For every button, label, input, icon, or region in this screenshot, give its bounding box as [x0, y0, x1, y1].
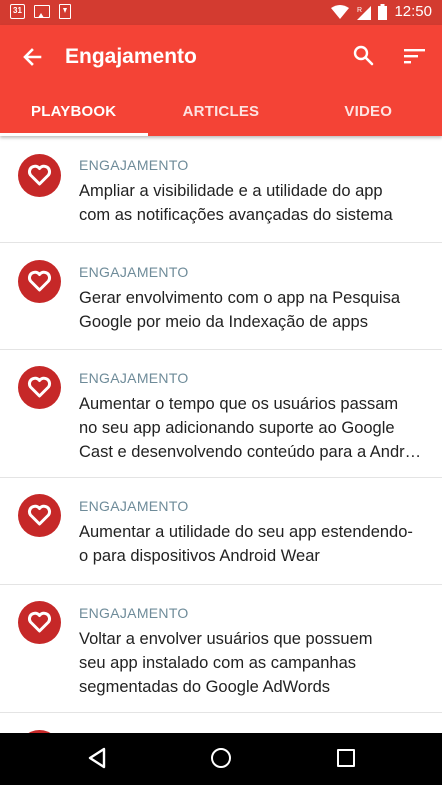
item-title-line: Gerar envolvimento com o app na Pesquisa [79, 289, 401, 307]
category-avatar [18, 260, 61, 303]
item-title: Aumentar o tempo que os usuários passam … [79, 392, 429, 464]
category-avatar [18, 494, 61, 537]
list-item[interactable]: ENGAJAMENTO Ampliar a visibilidade e a u… [0, 136, 442, 243]
category-label: ENGAJAMENTO [79, 157, 189, 173]
tab-label: VIDEO [344, 103, 393, 120]
playbook-list: ENGAJAMENTO Ampliar a visibilidade e a u… [0, 136, 442, 733]
item-title-line: no seu app adicionando suporte ao Google [79, 419, 395, 437]
list-item[interactable]: ENGAJAMENTO Gerar envolvimento com o app… [0, 243, 442, 350]
tab-bar: PLAYBOOK ARTICLES VIDEO [0, 92, 442, 136]
recents-nav-icon[interactable] [337, 749, 355, 767]
heart-icon [27, 270, 52, 292]
category-label: ENGAJAMENTO [79, 370, 189, 386]
category-label: ENGAJAMENTO [79, 498, 189, 514]
item-title-line: Cast e desenvolvendo conteúdo para a And… [79, 443, 422, 461]
tab-articles[interactable]: ARTICLES [147, 92, 294, 136]
signal-icon: R [357, 5, 372, 20]
category-label: ENGAJAMENTO [79, 605, 189, 621]
item-title: Gerar envolvimento com o app na Pesquisa… [79, 286, 429, 334]
list-item[interactable]: ENGAJAMENTO Aumentar o tempo que os usuá… [0, 350, 442, 478]
back-button[interactable] [18, 44, 46, 72]
tab-video[interactable]: VIDEO [295, 92, 442, 136]
item-title-line: seu app instalado com as campanhas [79, 654, 357, 672]
item-title-line: Aumentar o tempo que os usuários passam [79, 395, 399, 413]
item-title-line: o para dispositivos Android Wear [79, 547, 320, 565]
item-title-line: Aumentar a utilidade do seu app estenden… [79, 523, 413, 541]
list-item[interactable]: ENGAJAMENTO Aumentar a utilidade do seu … [0, 478, 442, 585]
heart-icon [27, 164, 52, 186]
image-icon [34, 5, 50, 18]
item-title-line: Google por meio da Indexação de apps [79, 313, 368, 331]
back-nav-icon[interactable] [87, 747, 107, 769]
status-bar: 31 R 12:50 [0, 0, 442, 25]
item-title: Aumentar a utilidade do seu app estenden… [79, 520, 429, 568]
battery-icon [378, 4, 388, 20]
item-title-line: Ampliar a visibilidade e a utilidade do … [79, 182, 383, 200]
wifi-icon [331, 4, 350, 19]
app-bar: Engajamento PLAYBOOK ARTICLES VIDEO [0, 25, 442, 136]
page-title: Engajamento [65, 45, 197, 68]
sort-icon [404, 49, 425, 64]
item-title: Voltar a envolver usuários que possuem s… [79, 627, 429, 699]
category-avatar [18, 601, 61, 644]
svg-text:R: R [357, 7, 362, 14]
heart-icon [27, 504, 52, 526]
download-icon [59, 4, 71, 19]
heart-icon [27, 376, 52, 398]
list-item[interactable] [0, 713, 442, 733]
category-avatar [18, 154, 61, 197]
heart-icon [27, 611, 52, 633]
calendar-icon: 31 [10, 4, 25, 19]
category-avatar [18, 366, 61, 409]
item-title-line: Voltar a envolver usuários que possuem [79, 630, 373, 648]
category-label: ENGAJAMENTO [79, 264, 189, 280]
tab-label: ARTICLES [182, 103, 260, 120]
tab-playbook[interactable]: PLAYBOOK [0, 92, 148, 136]
arrow-back-icon [23, 48, 42, 66]
item-title: Ampliar a visibilidade e a utilidade do … [79, 179, 429, 227]
item-title-line: segmentadas do Google AdWords [79, 678, 331, 696]
list-item[interactable]: ENGAJAMENTO Voltar a envolver usuários q… [0, 585, 442, 713]
navigation-bar [0, 733, 442, 785]
item-title-line: com as notificações avançadas do sistema [79, 206, 393, 224]
search-button[interactable] [351, 43, 377, 69]
home-nav-icon[interactable] [211, 748, 231, 768]
search-icon [353, 45, 374, 66]
sort-button[interactable] [402, 44, 428, 70]
clock: 12:50 [394, 3, 432, 20]
tab-label: PLAYBOOK [31, 103, 117, 120]
